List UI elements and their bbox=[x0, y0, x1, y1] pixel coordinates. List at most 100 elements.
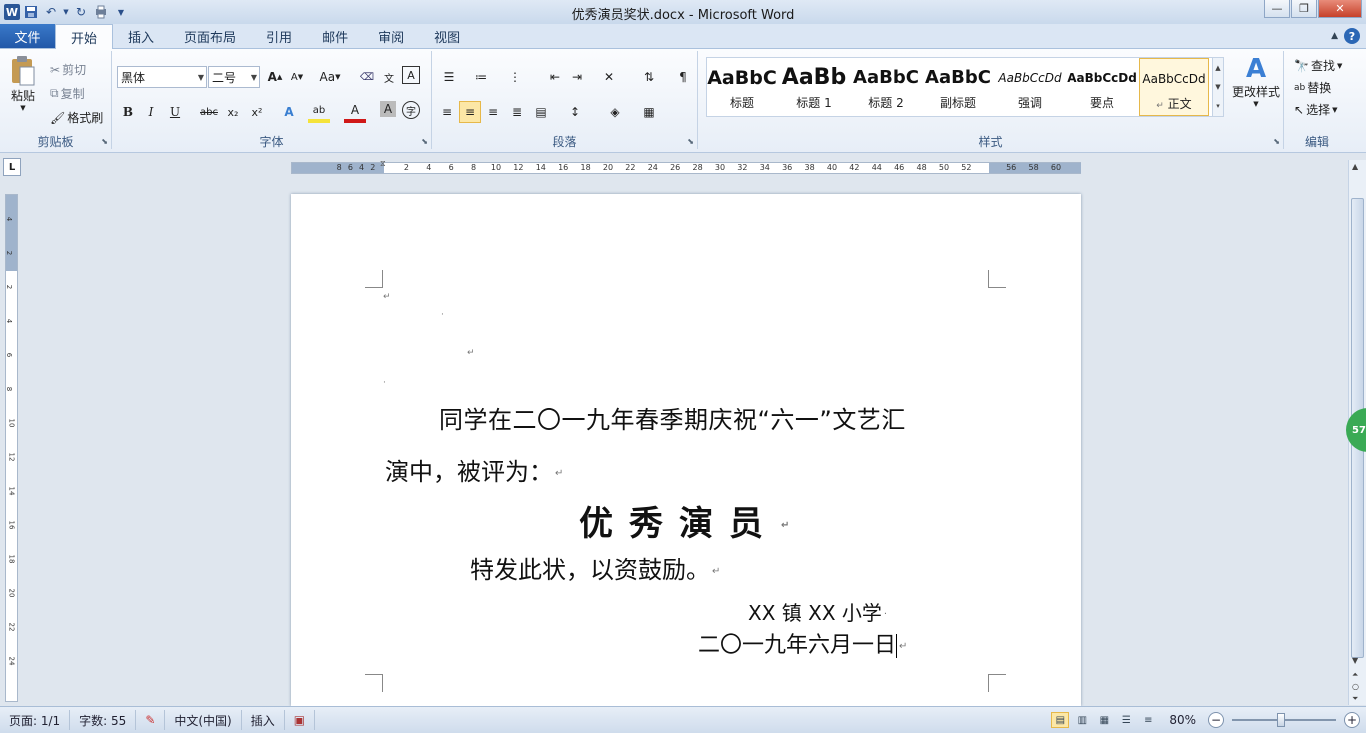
browse-object-icon[interactable]: ○ bbox=[1352, 682, 1359, 691]
award-title[interactable]: 优秀演员 ↵ bbox=[579, 496, 789, 545]
distributed-icon[interactable]: ▤ bbox=[530, 101, 552, 123]
zoom-slider-knob[interactable] bbox=[1277, 713, 1285, 727]
tab-references[interactable]: 引用 bbox=[251, 24, 307, 48]
justify-icon[interactable]: ≣ bbox=[506, 101, 528, 123]
next-page-icon[interactable]: ⏷ bbox=[1352, 694, 1358, 704]
macro-record-icon[interactable]: ▣ bbox=[285, 710, 316, 730]
help-icon[interactable]: ? bbox=[1344, 28, 1360, 44]
align-right-icon[interactable]: ≡ bbox=[482, 101, 504, 123]
align-center-icon[interactable]: ≡ bbox=[459, 101, 481, 123]
font-size-combo[interactable]: 二号 ▼ bbox=[208, 66, 260, 88]
school-name[interactable]: XX 镇 XX 小学 · bbox=[748, 597, 887, 626]
styles-launcher-icon[interactable]: ⬊ bbox=[1273, 137, 1280, 146]
clipboard-launcher-icon[interactable]: ⬊ bbox=[101, 137, 108, 146]
minimize-button[interactable]: — bbox=[1264, 0, 1290, 18]
print-preview-icon[interactable] bbox=[92, 3, 110, 21]
style-emphasis[interactable]: AaBbCcDd 强调 bbox=[995, 58, 1065, 116]
phonetic-guide-icon[interactable]: 文 bbox=[378, 66, 400, 88]
sort-icon[interactable]: ⇅ bbox=[638, 66, 660, 88]
page-count[interactable]: 页面: 1/1 bbox=[0, 710, 71, 730]
shading-icon[interactable]: ◈ bbox=[604, 101, 626, 123]
font-color-button[interactable]: A bbox=[344, 101, 366, 123]
draft-view-icon[interactable]: ≡ bbox=[1139, 712, 1157, 728]
style-heading-2[interactable]: AaBbC 标题 2 bbox=[851, 58, 921, 116]
proofing-icon[interactable]: ✎ bbox=[136, 710, 166, 730]
character-border-icon[interactable]: A bbox=[402, 66, 420, 84]
scroll-down-icon[interactable]: ▼ bbox=[1352, 656, 1358, 665]
style-strong[interactable]: AaBbCcDd 要点 bbox=[1067, 58, 1137, 116]
vertical-ruler[interactable]: 4 2 2 4 6 8 10 12 14 16 18 20 22 24 bbox=[5, 194, 18, 702]
enclose-characters-icon[interactable]: 字 bbox=[402, 101, 420, 119]
undo-icon[interactable]: ↶ bbox=[42, 3, 60, 21]
undo-dropdown-icon[interactable]: ▼ bbox=[62, 3, 70, 21]
certificate-date[interactable]: 二〇一九年六月一日 ↵ bbox=[698, 627, 907, 659]
highlight-color-button[interactable]: ab bbox=[308, 101, 330, 123]
close-button[interactable]: ✕ bbox=[1318, 0, 1362, 18]
decrease-indent-icon[interactable]: ⇤ bbox=[544, 66, 566, 88]
bullets-icon[interactable]: ☰ bbox=[438, 66, 460, 88]
language-indicator[interactable]: 中文(中国) bbox=[165, 710, 242, 730]
subscript-button[interactable]: x₂ bbox=[222, 101, 244, 123]
style-normal[interactable]: AaBbCcDd ↵ 正文 bbox=[1139, 58, 1209, 116]
certificate-line-2[interactable]: 演中，被评为： ↵ bbox=[385, 452, 563, 487]
minimize-ribbon-icon[interactable]: ▲ bbox=[1331, 31, 1338, 41]
character-shading-icon[interactable]: A bbox=[380, 101, 396, 117]
select-button[interactable]: ↖ 选择 ▼ bbox=[1294, 101, 1337, 118]
tab-selector[interactable]: L bbox=[3, 158, 21, 176]
styles-gallery-scroll[interactable]: ▲ ▼ ▾ bbox=[1212, 57, 1224, 117]
shrink-font-button[interactable]: A ▼ bbox=[286, 66, 308, 88]
strikethrough-button[interactable]: abc bbox=[198, 101, 220, 123]
replace-button[interactable]: ab 替换 bbox=[1294, 79, 1331, 96]
indent-marker[interactable]: ⧖ bbox=[380, 159, 386, 169]
show-marks-icon[interactable]: ¶ bbox=[672, 66, 694, 88]
numbering-icon[interactable]: ≔ bbox=[470, 66, 492, 88]
clear-formatting-icon[interactable]: ⌫ bbox=[356, 66, 378, 88]
style-title[interactable]: AaBbC 标题 bbox=[707, 58, 777, 116]
find-button[interactable]: 🔭 查找 ▼ bbox=[1294, 57, 1342, 74]
multilevel-list-icon[interactable]: ⋮ bbox=[504, 66, 526, 88]
tab-file[interactable]: 文件 bbox=[0, 24, 55, 48]
change-case-button[interactable]: Aa ▼ bbox=[316, 66, 344, 88]
document-page[interactable]: ↵ · ↵ · 同学在二〇一九年春季期庆祝“六一”文艺汇 演中，被评为： ↵ 优秀… bbox=[291, 194, 1081, 706]
tab-page-layout[interactable]: 页面布局 bbox=[169, 24, 251, 48]
tab-insert[interactable]: 插入 bbox=[113, 24, 169, 48]
save-icon[interactable] bbox=[22, 3, 40, 21]
prev-page-icon[interactable]: ⏶ bbox=[1352, 670, 1358, 680]
format-painter-button[interactable]: 🖌 格式刷 bbox=[50, 109, 103, 126]
certificate-line-1[interactable]: 同学在二〇一九年春季期庆祝“六一”文艺汇 bbox=[385, 400, 906, 435]
horizontal-ruler[interactable]: 8 6 4 2 2 4 6 8 10 12 14 16 18 20 22 24 26 28 30 32 34 36 38 40… bbox=[291, 159, 1081, 174]
zoom-slider[interactable] bbox=[1232, 713, 1336, 727]
line-spacing-icon[interactable]: ↕ bbox=[564, 101, 586, 123]
maximize-button[interactable]: ❐ bbox=[1291, 0, 1317, 18]
tab-mailings[interactable]: 邮件 bbox=[307, 24, 363, 48]
customize-qat-icon[interactable]: ▼ bbox=[112, 3, 130, 21]
full-screen-view-icon[interactable]: ▥ bbox=[1073, 712, 1091, 728]
change-styles-button[interactable]: A 更改样式 ▼ bbox=[1228, 55, 1284, 108]
web-layout-view-icon[interactable]: ▦ bbox=[1095, 712, 1113, 728]
paragraph-launcher-icon[interactable]: ⬊ bbox=[687, 137, 694, 146]
cut-button[interactable]: ✂ 剪切 bbox=[50, 61, 86, 78]
zoom-in-icon[interactable]: + bbox=[1344, 712, 1360, 728]
grow-font-button[interactable]: A ▲ bbox=[264, 66, 286, 88]
redo-icon[interactable]: ↻ bbox=[72, 3, 90, 21]
copy-button[interactable]: ⧉ 复制 bbox=[50, 85, 85, 102]
style-subtitle[interactable]: AaBbC 副标题 bbox=[923, 58, 993, 116]
increase-indent-icon[interactable]: ⇥ bbox=[566, 66, 588, 88]
word-app-icon[interactable]: W bbox=[4, 4, 20, 20]
text-effects-icon[interactable]: A bbox=[278, 101, 300, 123]
underline-button[interactable]: U bbox=[164, 101, 186, 123]
scroll-up-icon[interactable]: ▲ bbox=[1352, 162, 1358, 171]
print-layout-view-icon[interactable]: ▤ bbox=[1051, 712, 1070, 728]
font-launcher-icon[interactable]: ⬊ bbox=[421, 137, 428, 146]
insert-mode[interactable]: 插入 bbox=[242, 710, 285, 730]
zoom-out-icon[interactable]: − bbox=[1208, 712, 1224, 728]
word-count[interactable]: 字数: 55 bbox=[70, 710, 137, 730]
certificate-line-4[interactable]: 特发此状，以资鼓励。 ↵ bbox=[470, 550, 720, 585]
superscript-button[interactable]: x² bbox=[246, 101, 268, 123]
italic-button[interactable]: I bbox=[140, 101, 162, 123]
paste-button[interactable]: 粘贴 ▼ bbox=[6, 55, 40, 112]
style-heading-1[interactable]: AaBb 标题 1 bbox=[779, 58, 849, 116]
tab-home[interactable]: 开始 bbox=[55, 24, 114, 49]
tab-review[interactable]: 审阅 bbox=[363, 24, 419, 48]
zoom-level[interactable]: 80% bbox=[1161, 713, 1204, 727]
